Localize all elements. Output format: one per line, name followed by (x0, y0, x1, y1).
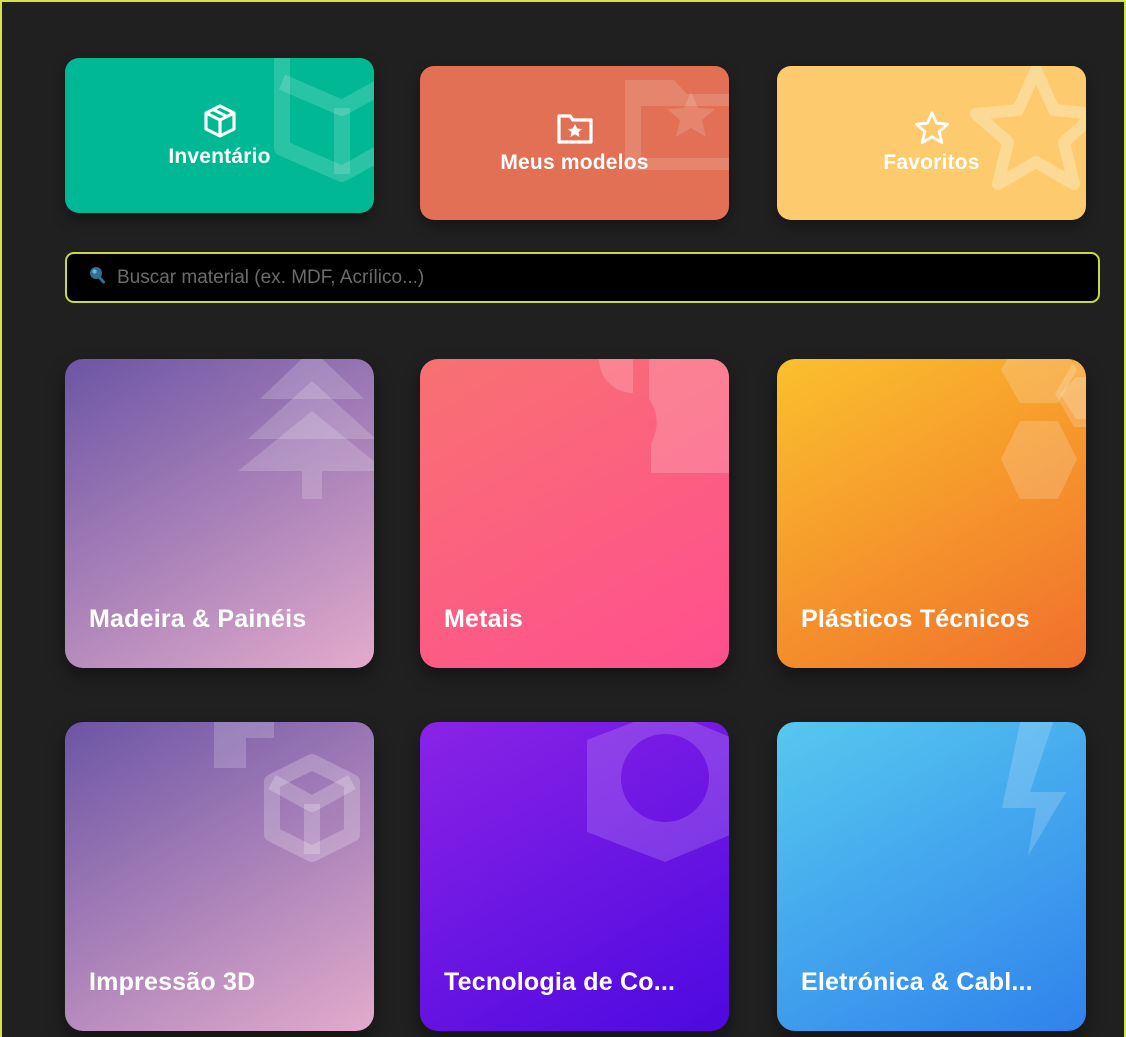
nut-icon (587, 722, 729, 862)
search-icon (85, 264, 107, 291)
bolt-icon (1002, 722, 1066, 856)
category-title: Eletrónica & Cabl... (801, 968, 1033, 996)
box-icon (202, 103, 238, 139)
category-card-plastics[interactable]: Plásticos Técnicos (777, 359, 1086, 668)
category-card-electronics[interactable]: Eletrónica & Cabl... (777, 722, 1086, 1031)
category-title: Plásticos Técnicos (801, 605, 1030, 633)
category-title: Impressão 3D (89, 968, 256, 996)
my-models-label: Meus modelos (500, 151, 649, 174)
my-models-button[interactable]: Meus modelos (420, 66, 729, 220)
category-title: Metais (444, 605, 524, 633)
inventory-label: Inventário (168, 144, 271, 168)
favorites-button[interactable]: Favoritos (777, 66, 1086, 220)
search-input[interactable] (115, 265, 1098, 290)
search-bar[interactable] (65, 252, 1100, 303)
category-card-3d-printing[interactable]: Impressão 3D (65, 722, 374, 1031)
cube-icon (214, 722, 360, 862)
star-icon (914, 111, 950, 145)
inventory-button[interactable]: Inventário (65, 58, 374, 213)
favorites-label: Favoritos (883, 151, 980, 174)
app-frame: Inventário Meus modelos Favoritos Buscar… (0, 0, 1126, 1037)
folder-star-icon (556, 111, 594, 145)
wrench-icon (599, 359, 729, 473)
category-card-wood[interactable]: Madeira & Painéis (65, 359, 374, 668)
category-title: Madeira & Painéis (89, 605, 307, 633)
category-title: Tecnologia de Co... (444, 968, 676, 996)
tree-icon (238, 359, 374, 499)
category-card-technology[interactable]: Tecnologia de Co... (420, 722, 729, 1031)
category-card-metals[interactable]: Metais (420, 359, 729, 668)
hexagons-icon (1001, 359, 1086, 499)
